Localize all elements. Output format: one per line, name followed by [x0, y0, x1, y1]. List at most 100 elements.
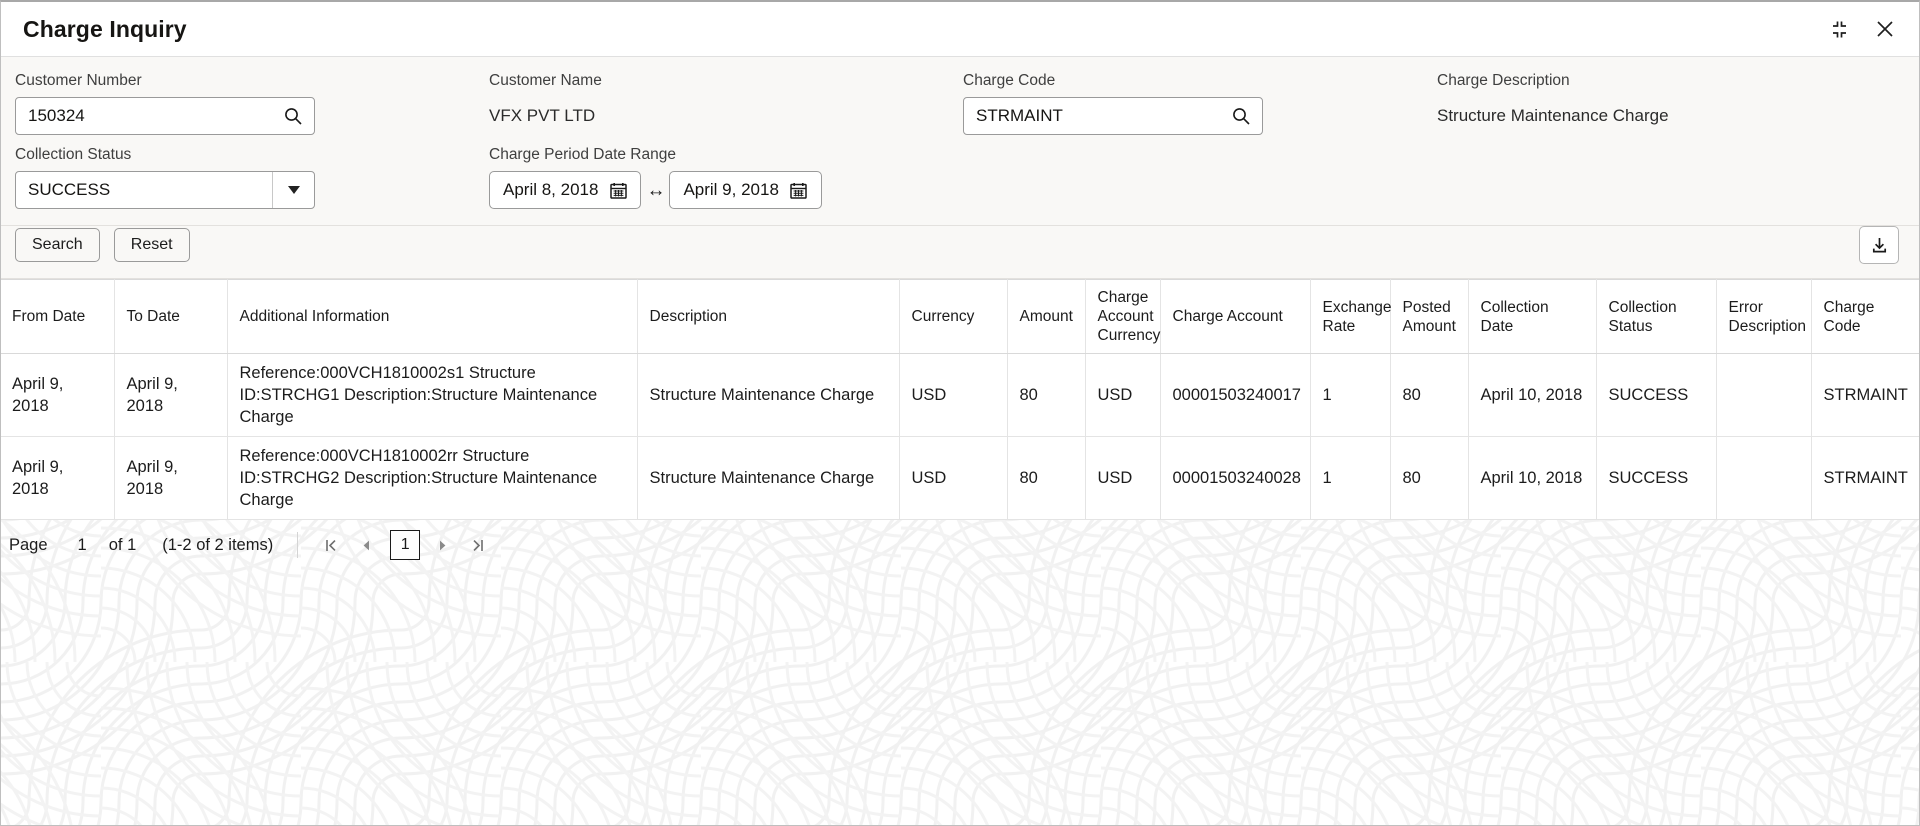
cell-from-date: April 9, 2018: [1, 353, 115, 437]
page-title: Charge Inquiry: [23, 15, 187, 42]
cell-charge-account: 00001503240028: [1160, 436, 1311, 520]
first-page-icon[interactable]: [316, 531, 344, 559]
cell-additional-information: Reference:000VCH1810002s1 Structure ID:S…: [227, 353, 638, 437]
col-additional-information[interactable]: Additional Information: [227, 279, 638, 354]
collapse-corners-icon[interactable]: [1827, 17, 1851, 41]
search-icon[interactable]: [282, 105, 304, 127]
charge-code-label: Charge Code: [963, 72, 1056, 89]
col-posted-amount[interactable]: Posted Amount: [1390, 279, 1469, 354]
customer-number-value: 150324: [28, 106, 85, 125]
calendar-icon[interactable]: [788, 179, 810, 201]
pagination-items-count: (1-2 of 2 items): [162, 535, 274, 554]
customer-number-input[interactable]: 150324: [15, 97, 315, 135]
col-collection-status[interactable]: Collection Status: [1596, 279, 1717, 354]
collection-status-select[interactable]: SUCCESS: [15, 171, 315, 209]
field-charge-period: Charge Period Date Range April 8, 2018 ↔…: [489, 145, 963, 209]
cell-currency: USD: [899, 436, 1008, 520]
pagination-page-label: Page: [9, 535, 48, 554]
charge-code-value: STRMAINT: [976, 106, 1063, 125]
search-button[interactable]: Search: [15, 228, 100, 262]
date-range-separator-icon: ↔: [646, 179, 666, 201]
titlebar-actions: [1827, 17, 1897, 41]
cell-error-description: [1716, 436, 1812, 520]
results-table-wrap: From Date To Date Additional Information…: [1, 279, 1919, 520]
reset-button[interactable]: Reset: [113, 228, 190, 262]
charge-inquiry-window: Charge Inquiry Customer Number 150324 Cu…: [0, 0, 1920, 826]
actions-row: Search Reset: [1, 226, 1919, 279]
cell-description: Structure Maintenance Charge: [637, 353, 900, 437]
cell-exchange-rate: 1: [1310, 436, 1391, 520]
cell-posted-amount: 80: [1390, 436, 1469, 520]
charge-period-from-value: April 8, 2018: [503, 180, 599, 199]
cell-charge-account-currency: USD: [1085, 353, 1161, 437]
col-description[interactable]: Description: [637, 279, 900, 354]
cell-description: Structure Maintenance Charge: [637, 436, 900, 520]
filter-grid: Customer Number 150324 Customer Name VFX…: [15, 71, 1899, 209]
table-row[interactable]: April 9, 2018 April 9, 2018 Reference:00…: [1, 353, 1919, 437]
pagination-page-number[interactable]: 1: [390, 530, 421, 560]
col-currency[interactable]: Currency: [899, 279, 1008, 354]
col-from-date[interactable]: From Date: [1, 279, 115, 354]
cell-additional-information: Reference:000VCH1810002rr Structure ID:S…: [227, 436, 638, 520]
next-page-icon[interactable]: [428, 531, 456, 559]
field-charge-code: Charge Code STRMAINT: [963, 71, 1437, 135]
cell-to-date: April 9, 2018: [114, 436, 228, 520]
collection-status-value: SUCCESS: [28, 180, 111, 199]
cell-exchange-rate: 1: [1310, 353, 1391, 437]
cell-amount: 80: [1007, 436, 1086, 520]
pagination-bar: Page 1 of 1 (1-2 of 2 items) 1: [1, 520, 1919, 570]
cell-from-date: April 9, 2018: [1, 436, 115, 520]
table-header-row: From Date To Date Additional Information…: [1, 279, 1919, 354]
charge-code-input[interactable]: STRMAINT: [963, 97, 1263, 135]
cell-charge-code: STRMAINT: [1811, 353, 1919, 437]
cell-error-description: [1716, 353, 1812, 437]
field-spacer-1: [963, 145, 1437, 209]
field-collection-status: Collection Status SUCCESS: [15, 145, 489, 209]
download-button[interactable]: [1859, 226, 1899, 264]
cell-charge-code: STRMAINT: [1811, 436, 1919, 520]
col-charge-code[interactable]: Charge Code: [1811, 279, 1919, 354]
col-amount[interactable]: Amount: [1007, 279, 1086, 354]
search-icon[interactable]: [1230, 105, 1252, 127]
chevron-down-icon[interactable]: [272, 172, 314, 208]
cell-charge-account: 00001503240017: [1160, 353, 1311, 437]
cell-charge-account-currency: USD: [1085, 436, 1161, 520]
content-empty-area: [1, 570, 1919, 825]
prev-page-icon[interactable]: [352, 531, 380, 559]
charge-period-to-value: April 9, 2018: [683, 180, 779, 199]
customer-number-label: Customer Number: [15, 72, 142, 89]
collection-status-label: Collection Status: [15, 146, 132, 163]
cell-currency: USD: [899, 353, 1008, 437]
charge-period-from-input[interactable]: April 8, 2018: [489, 171, 642, 209]
field-customer-name: Customer Name VFX PVT LTD: [489, 71, 963, 135]
col-charge-account-currency[interactable]: Charge Account Currency: [1085, 279, 1161, 354]
calendar-icon[interactable]: [607, 179, 629, 201]
col-to-date[interactable]: To Date: [114, 279, 228, 354]
cell-amount: 80: [1007, 353, 1086, 437]
filter-panel: Customer Number 150324 Customer Name VFX…: [1, 57, 1919, 226]
cell-collection-date: April 10, 2018: [1468, 436, 1597, 520]
charge-period-range: April 8, 2018 ↔ April 9, 2018: [489, 171, 951, 209]
cell-collection-date: April 10, 2018: [1468, 353, 1597, 437]
charge-description-label: Charge Description: [1437, 72, 1570, 89]
col-charge-account[interactable]: Charge Account: [1160, 279, 1311, 354]
cell-to-date: April 9, 2018: [114, 353, 228, 437]
field-spacer-2: [1437, 145, 1899, 209]
charge-period-to-input[interactable]: April 9, 2018: [669, 171, 822, 209]
charge-period-label: Charge Period Date Range: [489, 146, 676, 163]
pagination-current-page: 1: [77, 535, 87, 554]
pagination-divider: [297, 532, 299, 558]
last-page-icon[interactable]: [464, 531, 492, 559]
cell-collection-status: SUCCESS: [1596, 436, 1717, 520]
charge-results-table: From Date To Date Additional Information…: [1, 279, 1919, 520]
close-icon[interactable]: [1873, 17, 1897, 41]
cell-collection-status: SUCCESS: [1596, 353, 1717, 437]
pagination-of-label: of 1: [108, 535, 137, 554]
charge-description-value: Structure Maintenance Charge: [1437, 106, 1669, 125]
field-charge-description: Charge Description Structure Maintenance…: [1437, 71, 1899, 135]
customer-name-label: Customer Name: [489, 72, 602, 89]
col-collection-date[interactable]: Collection Date: [1468, 279, 1597, 354]
table-row[interactable]: April 9, 2018 April 9, 2018 Reference:00…: [1, 436, 1919, 520]
col-error-description[interactable]: Error Description: [1716, 279, 1812, 354]
col-exchange-rate[interactable]: Exchange Rate: [1310, 279, 1391, 354]
